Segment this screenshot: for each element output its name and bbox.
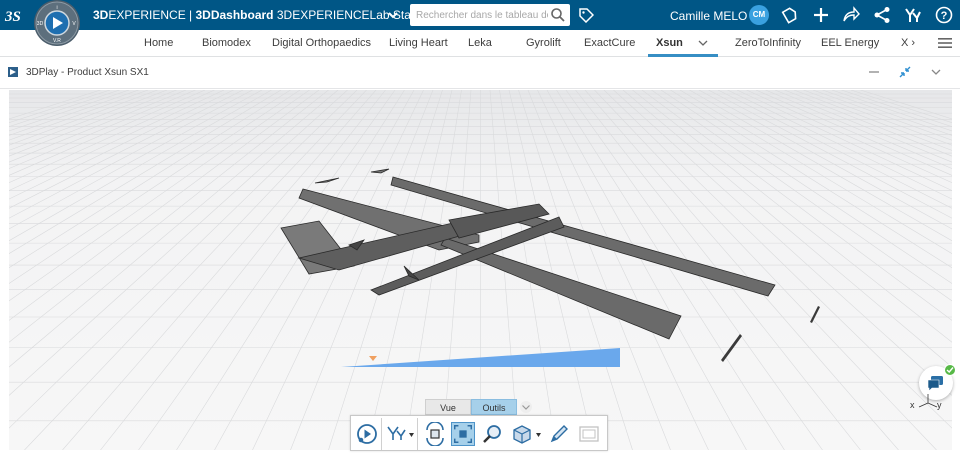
layout-icon[interactable] (577, 422, 601, 446)
chat-icon (927, 376, 943, 391)
search-icon[interactable] (550, 7, 566, 23)
tab-more[interactable]: X › (901, 30, 915, 56)
share-icon[interactable] (781, 6, 799, 24)
chevron-down-icon[interactable] (387, 8, 399, 22)
network-icon[interactable] (873, 6, 891, 24)
chevron-down-icon[interactable] (697, 37, 709, 49)
pencil-icon[interactable] (547, 422, 571, 446)
3d-viewer[interactable] (9, 90, 952, 450)
dassault-logo[interactable]: 3S (4, 5, 28, 25)
tab-leka[interactable]: Leka (468, 30, 492, 56)
tab-digital-orthopaedics[interactable]: Digital Orthopaedics (272, 30, 371, 56)
tab-eel-energy[interactable]: EEL Energy (821, 30, 879, 56)
apps-tool-icon[interactable] (385, 422, 409, 446)
forward-icon[interactable] (842, 6, 860, 24)
compass-label-top: i (56, 5, 57, 11)
widget-header: 3DPlay - Product Xsun SX1 (0, 57, 960, 89)
chevron-down-icon[interactable] (409, 433, 414, 437)
app-brand: 3DEXPERIENCE | 3DDashboard 3DEXPERIENCEL… (93, 8, 421, 22)
brand-3d: 3D (93, 8, 109, 22)
tab-zerotoinfinity[interactable]: ZeroToInfinity (735, 30, 801, 56)
viewer-canvas[interactable] (9, 90, 952, 450)
widget-title: 3DPlay - Product Xsun SX1 (26, 67, 149, 78)
top-bar: 3S 3DEXPERIENCE | 3DDashboard 3DEXPERIEN… (0, 0, 960, 30)
tab-home[interactable]: Home (144, 30, 173, 56)
avatar[interactable]: CM (749, 5, 769, 25)
minimize-icon[interactable] (868, 66, 880, 78)
tab-biomodex[interactable]: Biomodex (202, 30, 251, 56)
collapse-icon[interactable] (899, 66, 911, 78)
tab-gyrolift[interactable]: Gyrolift (526, 30, 561, 56)
check-icon (946, 367, 954, 374)
rotate-3d-icon[interactable] (423, 422, 447, 446)
plus-icon[interactable] (812, 6, 830, 24)
tab-living-heart[interactable]: Living Heart (389, 30, 448, 56)
compass-label-bottom: V.R (53, 38, 61, 44)
svg-text:3S: 3S (4, 9, 21, 25)
toolbar-divider (417, 418, 418, 450)
brand-experience: EXPERIENCE | (108, 8, 196, 22)
chevron-down-icon[interactable] (536, 433, 541, 437)
tab-vue[interactable]: Vue (425, 399, 471, 415)
tab-outils[interactable]: Outils (471, 399, 517, 415)
tab-xsun[interactable]: Xsun (656, 30, 683, 56)
brand-dashboard: 3DDashboard (195, 8, 274, 22)
online-status-badge (944, 364, 956, 376)
zoom-icon[interactable] (481, 422, 505, 446)
tab-exactcure[interactable]: ExactCure (584, 30, 635, 56)
play-simulation-icon[interactable] (355, 422, 379, 446)
user-name[interactable]: Camille MELO (670, 9, 747, 23)
compass-icon[interactable]: i 3D V V.R (30, 0, 84, 50)
hamburger-menu-icon[interactable] (938, 37, 952, 49)
search-input[interactable] (410, 4, 548, 26)
axis-x-label: x (910, 400, 915, 410)
apps-icon[interactable] (904, 6, 922, 24)
cube-view-icon[interactable] (510, 422, 534, 446)
tag-icon[interactable] (578, 7, 594, 23)
search-box (410, 4, 570, 26)
chevron-down-icon[interactable] (519, 400, 533, 414)
help-icon[interactable]: ? (935, 6, 953, 24)
chevron-down-icon[interactable] (930, 66, 942, 78)
fit-all-icon[interactable] (451, 422, 475, 446)
3dplay-icon (8, 67, 18, 77)
svg-text:?: ? (941, 10, 948, 22)
toolbar-divider (381, 418, 382, 450)
compass-label-left: 3D (37, 21, 44, 27)
dashboard-tabs: Home Biomodex Digital Orthopaedics Livin… (0, 30, 960, 57)
axis-triad: x y (908, 393, 948, 417)
action-toolbar (350, 415, 608, 451)
axis-y-label: y (937, 400, 942, 410)
